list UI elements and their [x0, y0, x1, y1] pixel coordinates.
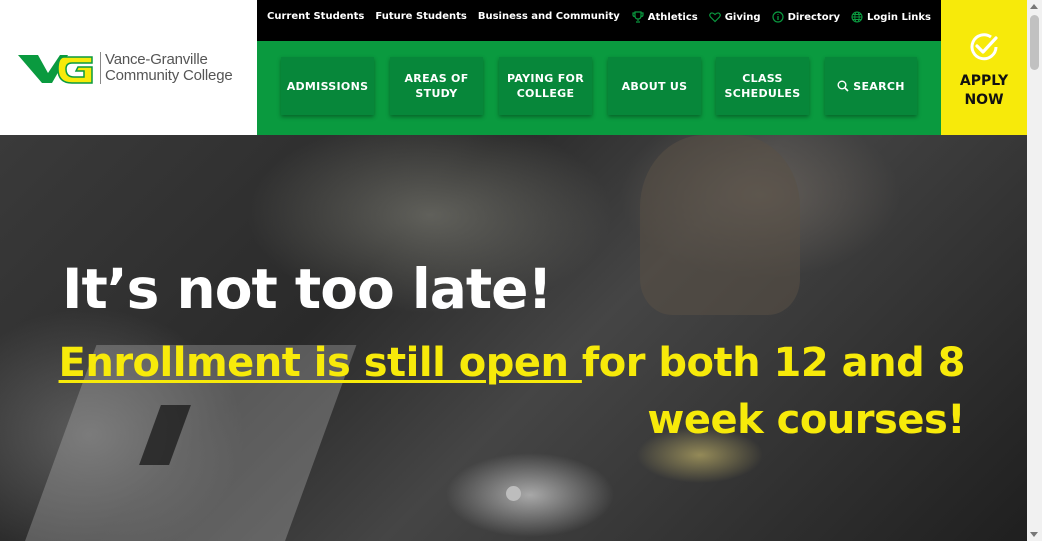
link-giving-label: Giving [724, 11, 761, 23]
link-athletics-label: Athletics [647, 11, 698, 23]
utility-bar: Current Students Future Students Busines… [257, 0, 941, 41]
nav-about-us[interactable]: ABOUT US [608, 57, 701, 115]
trophy-icon [632, 11, 644, 23]
scroll-down-arrow-icon[interactable] [1030, 532, 1038, 537]
hero-subtitle-rest: for both 12 and 8 week courses! [581, 340, 966, 443]
page: Vance-Granville Community College Curren… [0, 0, 1027, 541]
utility-links: Athletics Giving Directory Login Links [632, 11, 931, 23]
globe-icon [851, 11, 863, 23]
nav-admissions[interactable]: ADMISSIONS [281, 57, 374, 115]
hero-background-detail [640, 135, 800, 315]
check-circle-icon [970, 33, 998, 61]
link-athletics[interactable]: Athletics [632, 11, 698, 23]
nav-class-schedules[interactable]: CLASS SCHEDULES [716, 57, 809, 115]
search-icon [837, 80, 849, 92]
vg-logo-icon [18, 54, 93, 84]
heart-icon [708, 12, 721, 23]
nav-search-label: SEARCH [853, 79, 905, 93]
carousel-dot[interactable] [506, 486, 521, 501]
link-login-links-label: Login Links [867, 11, 931, 23]
main-navigation: ADMISSIONS AREAS OF STUDY PAYING FOR COL… [257, 41, 941, 135]
hero-subtitle: Enrollment is still open for both 12 and… [45, 335, 966, 449]
college-logo[interactable]: Vance-Granville Community College [0, 0, 257, 135]
college-name-line1: Vance-Granville [105, 50, 208, 68]
hero-title: It’s not too late! [62, 257, 553, 321]
hero-banner: It’s not too late! Enrollment is still o… [0, 135, 1027, 541]
college-name-line2: Community College [105, 66, 233, 84]
college-name: Vance-Granville Community College [100, 50, 233, 84]
info-icon [771, 11, 784, 23]
nav-search-button[interactable]: SEARCH [825, 57, 917, 115]
scroll-up-arrow-icon[interactable] [1030, 4, 1038, 9]
scroll-thumb[interactable] [1030, 15, 1039, 70]
audience-links: Current Students Future Students Busines… [267, 11, 620, 22]
enrollment-open-link[interactable]: Enrollment is still open [59, 340, 582, 386]
link-giving[interactable]: Giving [708, 11, 761, 23]
link-directory[interactable]: Directory [771, 11, 841, 23]
link-directory-label: Directory [787, 11, 841, 23]
link-current-students[interactable]: Current Students [267, 11, 364, 22]
page-scrollbar[interactable] [1027, 0, 1042, 541]
nav-paying-for-college[interactable]: PAYING FOR COLLEGE [499, 57, 592, 115]
link-business-community[interactable]: Business and Community [478, 11, 620, 22]
nav-areas-of-study[interactable]: AREAS OF STUDY [390, 57, 483, 115]
link-login-links[interactable]: Login Links [851, 11, 931, 23]
apply-now-button[interactable]: APPLY NOW [941, 0, 1027, 135]
apply-now-label: APPLY NOW [959, 73, 1009, 108]
link-future-students[interactable]: Future Students [375, 11, 466, 22]
